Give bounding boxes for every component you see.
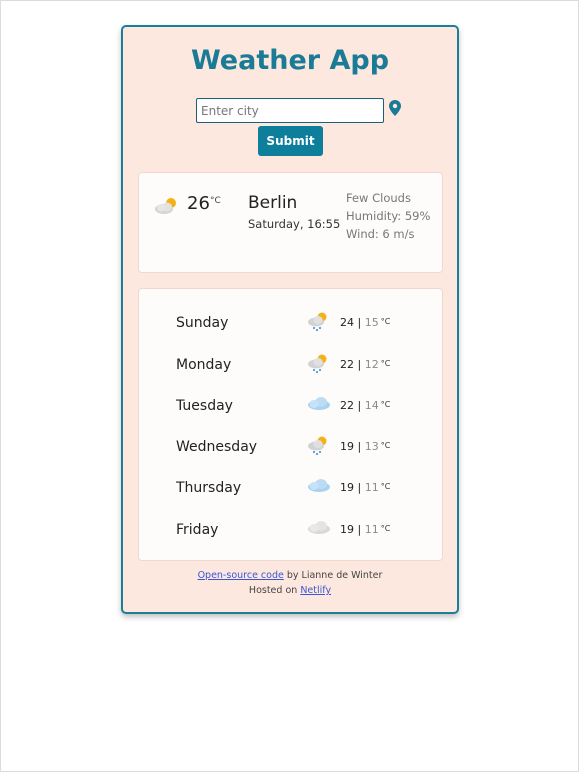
forecast-unit: °C: [380, 482, 391, 491]
forecast-high: 24: [340, 316, 354, 329]
forecast-row: Tuesday 22 | 14 °C: [139, 394, 442, 424]
forecast-temps: 19 | 13 °C: [340, 440, 391, 453]
forecast-card: Sunday 24 | 15 °C Monday 22 | 12 °C Tues…: [138, 288, 443, 561]
footer-hosted-text: Hosted on: [248, 585, 301, 596]
forecast-day: Tuesday: [176, 398, 233, 414]
forecast-low: 15: [364, 316, 379, 329]
cloud-icon: [305, 394, 333, 416]
forecast-high: 19: [340, 523, 354, 536]
forecast-temps: 24 | 15 °C: [340, 316, 391, 329]
forecast-temps: 22 | 12 °C: [340, 358, 391, 371]
forecast-unit: °C: [380, 400, 391, 409]
open-source-link[interactable]: Open-source code: [198, 570, 284, 581]
forecast-unit: °C: [380, 317, 391, 326]
forecast-row: Monday 22 | 12 °C: [139, 353, 442, 383]
forecast-row: Friday 19 | 11 °C: [139, 518, 442, 548]
forecast-temps: 22 | 14 °C: [340, 399, 391, 412]
netlify-link[interactable]: Netlify: [300, 585, 331, 596]
forecast-high: 22: [340, 399, 354, 412]
cloud-icon: [305, 476, 333, 498]
forecast-high: 22: [340, 358, 354, 371]
city-name: Berlin: [248, 193, 298, 213]
footer: Open-source code by Lianne de Winter Hos…: [123, 568, 457, 598]
current-temperature: 26: [187, 193, 210, 214]
city-search-input[interactable]: [196, 98, 384, 123]
sun-cloud-rain-icon: [305, 353, 333, 375]
footer-credit: Open-source code by Lianne de Winter: [123, 568, 457, 583]
forecast-temps: 19 | 11 °C: [340, 523, 391, 536]
forecast-unit: °C: [380, 441, 391, 450]
few-clouds-icon: [153, 195, 181, 217]
forecast-row: Wednesday 19 | 13 °C: [139, 435, 442, 465]
forecast-temps: 19 | 11 °C: [340, 481, 391, 494]
forecast-day: Monday: [176, 357, 232, 373]
submit-button[interactable]: Submit: [258, 126, 323, 156]
forecast-low: 11: [364, 481, 379, 494]
forecast-row: Sunday 24 | 15 °C: [139, 311, 442, 341]
forecast-unit: °C: [380, 524, 391, 533]
footer-author: by Lianne de Winter: [283, 570, 383, 581]
forecast-low: 12: [364, 358, 379, 371]
humidity-value: Humidity: 59%: [346, 209, 431, 223]
forecast-unit: °C: [380, 359, 391, 368]
grey-cloud-icon: [305, 518, 333, 540]
forecast-high: 19: [340, 481, 354, 494]
forecast-day: Sunday: [176, 315, 229, 331]
current-weather-card: 26 °C Berlin Saturday, 16:55 Few Clouds …: [138, 172, 443, 273]
location-pin-icon[interactable]: [389, 100, 401, 116]
temperature-unit: °C: [210, 196, 221, 206]
forecast-row: Thursday 19 | 11 °C: [139, 476, 442, 506]
forecast-day: Friday: [176, 522, 219, 538]
sun-cloud-rain-icon: [305, 435, 333, 457]
weather-description: Few Clouds: [346, 191, 411, 205]
sun-cloud-rain-icon: [305, 311, 333, 333]
weather-app-container: Weather App Submit 26 °C Berlin Saturday…: [121, 25, 459, 614]
footer-hosting: Hosted on Netlify: [123, 583, 457, 598]
forecast-low: 14: [364, 399, 379, 412]
forecast-day: Wednesday: [176, 439, 258, 455]
wind-value: Wind: 6 m/s: [346, 227, 415, 241]
forecast-day: Thursday: [176, 480, 242, 496]
forecast-high: 19: [340, 440, 354, 453]
forecast-low: 13: [364, 440, 379, 453]
app-title: Weather App: [190, 45, 390, 76]
forecast-low: 11: [364, 523, 379, 536]
current-datetime: Saturday, 16:55: [248, 217, 341, 231]
